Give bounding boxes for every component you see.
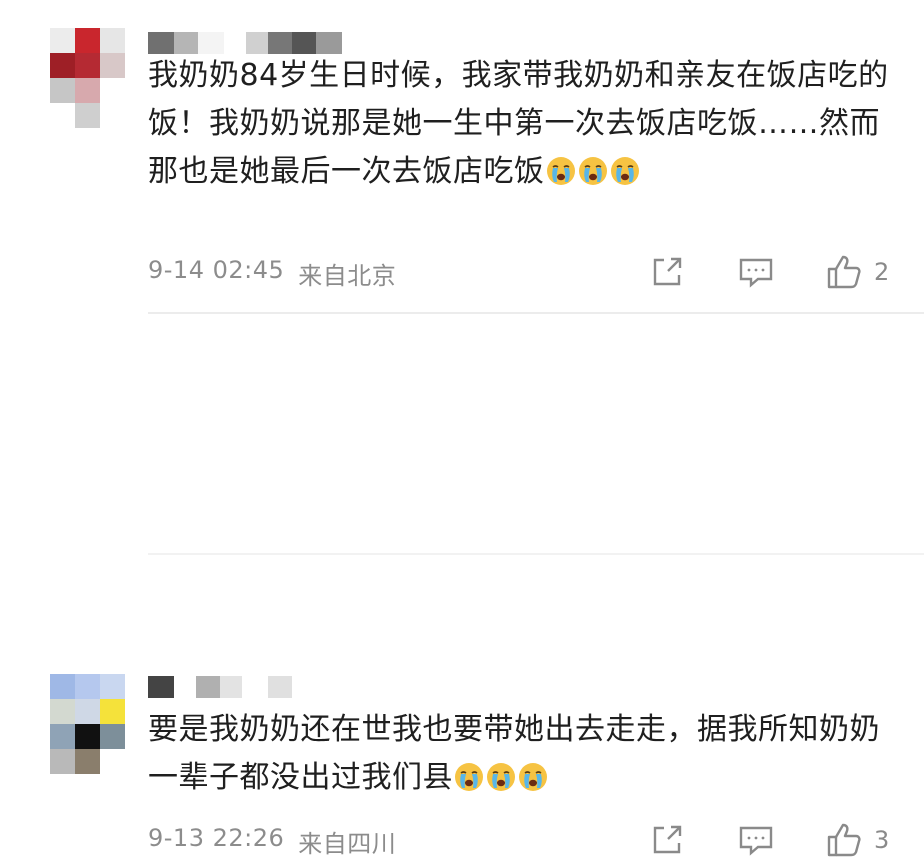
- crying-face-icon: [455, 763, 483, 791]
- comment-text-content: 我奶奶84岁生日时候，我家带我奶奶和亲友在饭店吃的饭！我奶奶说那是她一生中第一次…: [148, 58, 889, 189]
- reply-button[interactable]: [738, 820, 774, 860]
- thumbs-up-icon: [827, 823, 861, 857]
- emoji-row: [545, 154, 641, 189]
- share-button[interactable]: [650, 820, 684, 860]
- avatar[interactable]: [50, 28, 125, 128]
- divider: [148, 553, 924, 555]
- comment-actions: 3: [0, 820, 924, 860]
- share-icon: [653, 825, 682, 854]
- thumbs-up-icon: [827, 255, 861, 289]
- crying-face-icon: [578, 157, 607, 185]
- comment-actions: 2: [0, 252, 924, 292]
- divider: [148, 312, 924, 314]
- reply-icon: [739, 826, 773, 856]
- emoji-row: [453, 760, 549, 795]
- avatar[interactable]: [50, 674, 125, 774]
- share-button[interactable]: [650, 252, 684, 292]
- comment-text: 我奶奶84岁生日时候，我家带我奶奶和亲友在饭店吃的饭！我奶奶说那是她一生中第一次…: [148, 52, 908, 196]
- comment-text: 要是我奶奶还在世我也要带她出去走走，据我所知奶奶一辈子都没出过我们县: [148, 706, 908, 802]
- crying-face-icon: [546, 157, 575, 185]
- comment-item: 要是我奶奶还在世我也要带她出去走走，据我所知奶奶一辈子都没出过我们县 9-13 …: [0, 324, 924, 858]
- crying-face-icon: [519, 763, 547, 791]
- crying-face-icon: [610, 157, 639, 185]
- like-count: 3: [874, 826, 890, 854]
- username[interactable]: [148, 32, 342, 54]
- username[interactable]: [148, 676, 292, 698]
- like-count: 2: [874, 258, 890, 286]
- reply-icon: [739, 258, 773, 288]
- comment-item: 我奶奶84岁生日时候，我家带我奶奶和亲友在饭店吃的饭！我奶奶说那是她一生中第一次…: [0, 0, 924, 312]
- like-button[interactable]: 2: [826, 252, 889, 292]
- reply-button[interactable]: [738, 252, 774, 292]
- share-icon: [653, 257, 682, 286]
- like-button[interactable]: 3: [826, 820, 889, 860]
- crying-face-icon: [487, 763, 515, 791]
